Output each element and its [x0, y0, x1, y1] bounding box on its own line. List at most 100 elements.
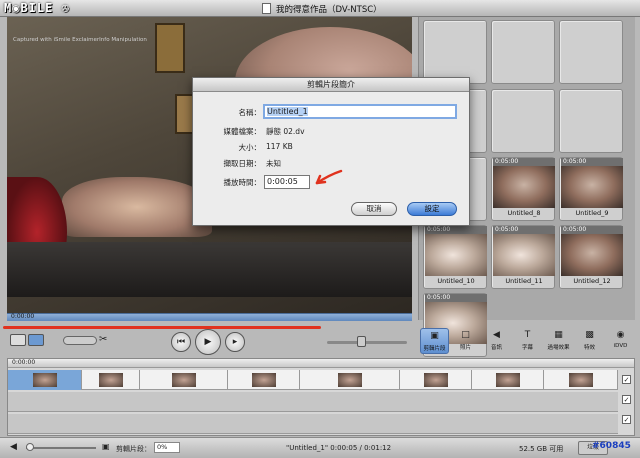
clip-duration: 0:05:00 [493, 226, 555, 234]
clip-thumbnail [561, 234, 623, 276]
volume-knob[interactable] [357, 336, 366, 347]
timeline-clip-thumbnail [171, 373, 196, 387]
clip-slot[interactable]: 0:05:00 Untitled_10 [423, 225, 487, 289]
effects-icon: ▩ [585, 330, 594, 340]
timeline-clip-thumbnail [337, 373, 362, 387]
scrubber-bar[interactable]: 0:00:00 [7, 313, 412, 321]
clip-slot[interactable]: 0:05:00 Untitled_9 [559, 157, 623, 221]
tool-label: 過場效果 [547, 345, 570, 351]
scrubber-timecode: 0:00:00 [11, 313, 35, 320]
duration-value: 0:00:05 [267, 177, 298, 186]
clip-slot[interactable] [559, 89, 623, 153]
clip-percent-field[interactable]: 0% [154, 442, 180, 453]
name-label: 名稱： [238, 108, 262, 117]
tool-label: 特效 [583, 345, 595, 351]
timeline-ruler[interactable]: 0:00:00 [8, 359, 634, 368]
audio-track-1-checkbox[interactable]: ✓ [622, 395, 631, 404]
clip-label: Untitled_10 [437, 277, 475, 285]
file-value: 靜態 02.dv [266, 127, 305, 136]
file-row: 媒體檔案： 靜態 02.dv [193, 126, 471, 140]
clip-slot[interactable] [423, 20, 487, 84]
timeline-clip[interactable] [8, 370, 82, 390]
photo-icon: □ [461, 330, 470, 340]
tool-label: 音訊 [490, 345, 502, 351]
timeline-clip[interactable] [228, 370, 300, 390]
clip-duration: 0:05:00 [493, 158, 555, 166]
timeline-clip-thumbnail [98, 373, 123, 387]
camera-mode-button[interactable] [10, 334, 26, 346]
clip-slot[interactable] [559, 20, 623, 84]
tool-effects[interactable]: ▩ 特效 [575, 328, 604, 354]
clip-label: Untitled_9 [575, 209, 609, 217]
tool-label: 剪輯片段 [423, 346, 446, 352]
clip-duration: 0:05:00 [561, 158, 623, 166]
volume-slider[interactable] [327, 341, 407, 344]
clip-slot[interactable] [491, 89, 555, 153]
duration-field[interactable]: 0:00:05 [264, 175, 310, 189]
clip-slot[interactable]: 0:05:00 Untitled_12 [559, 225, 623, 289]
tool-text[interactable]: T 字幕 [513, 328, 542, 354]
pane-toolbar: ▣ 剪輯片段 □ 照片 ◀ 音訊 T 字幕 ▦ 過場效果 ▩ 特效 ◉ iDVD [418, 326, 635, 356]
status-bar: ◀ ▣ 剪輯片段： 0% "Untitled_1" 0:00:05 / 0:01… [0, 437, 640, 458]
clip-label: Untitled_12 [573, 277, 611, 285]
playhead-status: "Untitled_1" 0:00:05 / 0:01:12 [286, 444, 392, 452]
timeline-clip[interactable] [300, 370, 400, 390]
timeline-clip[interactable] [544, 370, 618, 390]
tool-film-clip[interactable]: ▣ 剪輯片段 [420, 328, 449, 354]
disk-space: 52.5 GB 可用 [519, 445, 564, 453]
transition-icon: ▦ [554, 330, 563, 340]
video-track[interactable] [8, 370, 618, 390]
timeline-clip-thumbnail [251, 373, 276, 387]
tool-photo[interactable]: □ 照片 [451, 328, 480, 354]
scissors-icon[interactable]: ✂ [99, 334, 107, 345]
tool-dvd[interactable]: ◉ iDVD [606, 328, 635, 354]
rewind-button[interactable]: ⏮ [171, 332, 191, 352]
name-field[interactable]: Untitled_1 [263, 104, 457, 119]
tool-label: iDVD [613, 343, 628, 349]
set-button[interactable]: 設定 [407, 202, 457, 216]
clip-slot[interactable]: 0:05:00 Untitled_11 [491, 225, 555, 289]
zoom-slider[interactable] [26, 447, 96, 449]
tool-speaker[interactable]: ◀ 音訊 [482, 328, 511, 354]
name-value: Untitled_1 [267, 107, 308, 116]
audio-track-1[interactable] [8, 392, 618, 412]
timeline[interactable]: 0:00:00 ✓ ✓ ✓ [7, 358, 635, 436]
video-track-checkbox[interactable]: ✓ [622, 375, 631, 384]
video-frame-floor [7, 242, 412, 297]
mobile-logo-watermark: M◉BILE ✇ [4, 1, 70, 15]
edit-mode-button[interactable] [28, 334, 44, 346]
audio-track-2[interactable] [8, 414, 618, 434]
watermark-number: #60845 [592, 441, 631, 451]
timeline-clip[interactable] [400, 370, 472, 390]
clip-label: Untitled_11 [505, 277, 543, 285]
play-fullscreen-button[interactable]: ▸ [225, 332, 245, 352]
cancel-button[interactable]: 取消 [351, 202, 397, 216]
zoom-slider-knob[interactable] [26, 443, 34, 451]
clip-slot[interactable]: 0:05:00 Untitled_8 [491, 157, 555, 221]
clip-slot[interactable] [491, 20, 555, 84]
red-arrow-annotation [315, 169, 343, 185]
mode-toggle-switch[interactable] [63, 336, 97, 345]
clip-thumbnail [493, 234, 555, 276]
play-button[interactable]: ▶ [195, 329, 221, 355]
timeline-clip-thumbnail [568, 373, 593, 387]
clip-label: 剪輯片段： [116, 445, 151, 453]
audio-track-2-checkbox[interactable]: ✓ [622, 415, 631, 424]
dvd-icon: ◉ [616, 330, 625, 340]
clip-thumbnail [425, 234, 487, 276]
clip-label: Untitled_8 [507, 209, 541, 217]
text-icon: T [524, 330, 531, 340]
clip-icon: ▣ [102, 442, 110, 451]
timeline-timecode: 0:00:00 [12, 359, 36, 366]
timeline-clip[interactable] [140, 370, 228, 390]
timeline-clip[interactable] [472, 370, 544, 390]
clip-thumbnail [561, 166, 623, 208]
size-label: 大小： [238, 143, 262, 152]
timeline-clip[interactable] [82, 370, 140, 390]
clip-thumbnail [493, 166, 555, 208]
clip-duration: 0:05:00 [425, 294, 487, 302]
window-title: 我的得意作品（DV-NTSC） [276, 5, 382, 15]
tool-transition[interactable]: ▦ 過場效果 [544, 328, 573, 354]
date-label: 擷取日期： [223, 159, 262, 168]
speaker-icon: ◀ [493, 330, 500, 340]
